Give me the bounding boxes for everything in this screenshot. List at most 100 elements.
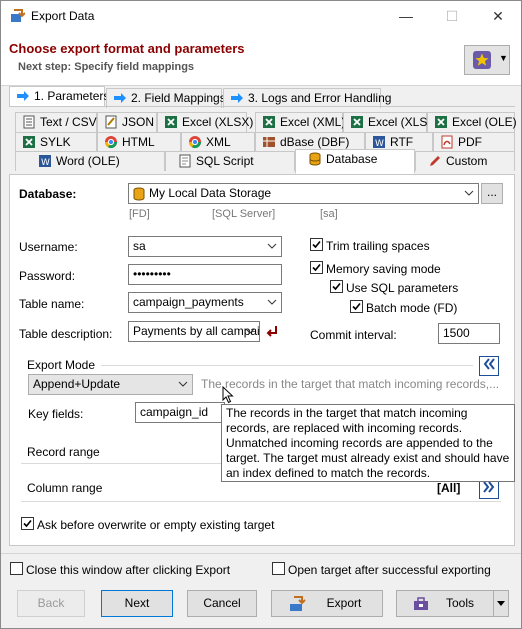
connection-hint-server: [SQL Server] <box>212 208 276 220</box>
format-tab-sql-script[interactable]: SQL Script <box>165 151 295 171</box>
format-tab-database[interactable]: Database <box>295 149 415 174</box>
memory-saving-checkbox[interactable] <box>310 261 323 274</box>
format-tab-excel-xls[interactable]: Excel (XLS) <box>343 112 431 132</box>
next-button[interactable]: Next <box>101 590 173 617</box>
tab-label: 2. Field Mappings <box>131 91 226 105</box>
script-icon <box>179 154 191 168</box>
password-value: ••••••••• <box>133 267 171 281</box>
table-name-value: campaign_payments <box>133 295 244 309</box>
ask-before-overwrite-checkbox[interactable] <box>21 517 34 530</box>
commit-interval-input[interactable]: 1500 <box>438 323 500 344</box>
format-tab-custom[interactable]: Custom <box>415 151 515 171</box>
expand-column-range-button[interactable] <box>479 479 499 499</box>
column-range-label[interactable]: Column range <box>27 481 102 495</box>
export-data-window: Export Data — ☐ ✕ Choose export format a… <box>0 0 522 629</box>
table-description-select[interactable]: Payments by all campai <box>128 321 260 342</box>
format-tab-text-csv[interactable]: Text / CSV <box>15 112 97 132</box>
database-value: My Local Data Storage <box>149 186 272 200</box>
export-button[interactable]: Export <box>271 590 383 617</box>
tab-logs-errors[interactable]: 3. Logs and Error Handling <box>223 88 391 108</box>
json-file-icon <box>105 115 117 129</box>
toolbox-icon <box>414 597 428 610</box>
record-range-label[interactable]: Record range <box>27 445 100 459</box>
tab-parameters[interactable]: 1. Parameters <box>9 86 109 106</box>
favorites-button[interactable]: ▼ <box>464 45 510 75</box>
back-button[interactable]: Back <box>17 590 85 617</box>
text-file-icon <box>23 115 35 129</box>
format-label: RTF <box>390 135 414 149</box>
trim-trailing-spaces-checkbox[interactable] <box>310 238 323 251</box>
column-range-divider <box>21 501 501 502</box>
checkmark-icon <box>312 263 321 272</box>
export-icon <box>290 596 306 611</box>
password-label: Password: <box>19 269 76 283</box>
excel-icon <box>165 116 177 128</box>
format-label: Excel (OLE) <box>452 115 517 129</box>
chrome-icon <box>105 136 117 149</box>
table-name-select[interactable]: campaign_payments <box>128 292 282 313</box>
memory-saving-label: Memory saving mode <box>326 262 441 276</box>
format-label: Excel (XLS) <box>368 115 432 129</box>
checkmark-icon <box>23 519 32 528</box>
format-tab-excel-xlsx[interactable]: Excel (XLSX) <box>157 112 253 132</box>
export-mode-hint: The records in the target that match inc… <box>201 377 500 391</box>
format-tab-excel-xml[interactable]: Excel (XML) <box>255 112 345 132</box>
tools-dropdown-button[interactable] <box>493 590 509 617</box>
word-icon: W <box>373 136 385 149</box>
username-input[interactable]: sa <box>128 236 282 257</box>
commit-interval-value: 1500 <box>443 326 470 340</box>
format-label: JSON <box>122 115 155 129</box>
tab-divider <box>9 106 515 107</box>
database-select[interactable]: My Local Data Storage <box>128 183 479 204</box>
commit-interval-label: Commit interval: <box>310 328 397 342</box>
format-label: dBase (DBF) <box>280 135 350 149</box>
format-tab-xml[interactable]: XML <box>181 132 255 152</box>
reset-description-icon[interactable] <box>264 323 280 342</box>
tab-field-mappings[interactable]: 2. Field Mappings <box>106 88 226 108</box>
export-mode-value: Append+Update <box>33 377 121 391</box>
chevron-down-icon <box>497 601 505 606</box>
checkmark-icon <box>332 282 341 291</box>
format-tab-html[interactable]: HTML <box>97 132 181 152</box>
format-tab-json[interactable]: JSON <box>97 112 157 132</box>
column-range-value: [All] <box>437 481 461 495</box>
format-tab-excel-ole[interactable]: Excel (OLE) <box>427 112 517 132</box>
minimize-button[interactable]: — <box>383 1 429 31</box>
chevron-down-icon <box>267 299 277 305</box>
username-value: sa <box>133 239 146 253</box>
export-mode-group-label: Export Mode <box>27 358 100 372</box>
excel-icon <box>263 116 275 128</box>
export-mode-select[interactable]: Append+Update <box>28 374 193 395</box>
close-after-export-label: Close this window after clicking Export <box>26 563 231 577</box>
use-sql-parameters-checkbox[interactable] <box>330 280 343 293</box>
format-label: PDF <box>458 135 482 149</box>
open-target-checkbox[interactable] <box>272 562 285 575</box>
chevron-down-icon <box>267 243 277 249</box>
maximize-button[interactable]: ☐ <box>429 1 475 31</box>
database-icon <box>309 152 321 166</box>
format-tab-sylk[interactable]: SYLK <box>15 132 97 152</box>
format-label: Custom <box>446 154 488 168</box>
double-chevron-right-icon <box>483 481 495 493</box>
batch-mode-checkbox[interactable] <box>350 300 363 313</box>
password-input[interactable]: ••••••••• <box>128 264 282 285</box>
format-tab-pdf[interactable]: PDF <box>433 132 515 152</box>
key-fields-input[interactable]: campaign_id <box>135 402 225 423</box>
format-tab-word-ole[interactable]: W Word (OLE) <box>15 151 165 171</box>
close-button[interactable]: ✕ <box>475 1 521 31</box>
page-subtitle: Next step: Specify field mappings <box>18 61 195 73</box>
export-mode-tooltip: The records in the target that match inc… <box>221 404 515 482</box>
username-label: Username: <box>19 240 78 254</box>
app-icon <box>9 8 26 27</box>
table-name-label: Table name: <box>19 297 85 311</box>
format-label: Word (OLE) <box>56 154 120 168</box>
tab-label: 1. Parameters <box>34 89 110 103</box>
collapse-button[interactable] <box>479 356 499 376</box>
database-browse-button[interactable]: ... <box>481 183 503 204</box>
open-target-label: Open target after successful exporting <box>288 563 491 577</box>
tools-button[interactable]: Tools <box>396 590 494 617</box>
close-after-export-checkbox[interactable] <box>10 562 23 575</box>
cancel-button[interactable]: Cancel <box>187 590 257 617</box>
svg-text:W: W <box>375 139 384 149</box>
format-label: Text / CSV <box>40 115 97 129</box>
